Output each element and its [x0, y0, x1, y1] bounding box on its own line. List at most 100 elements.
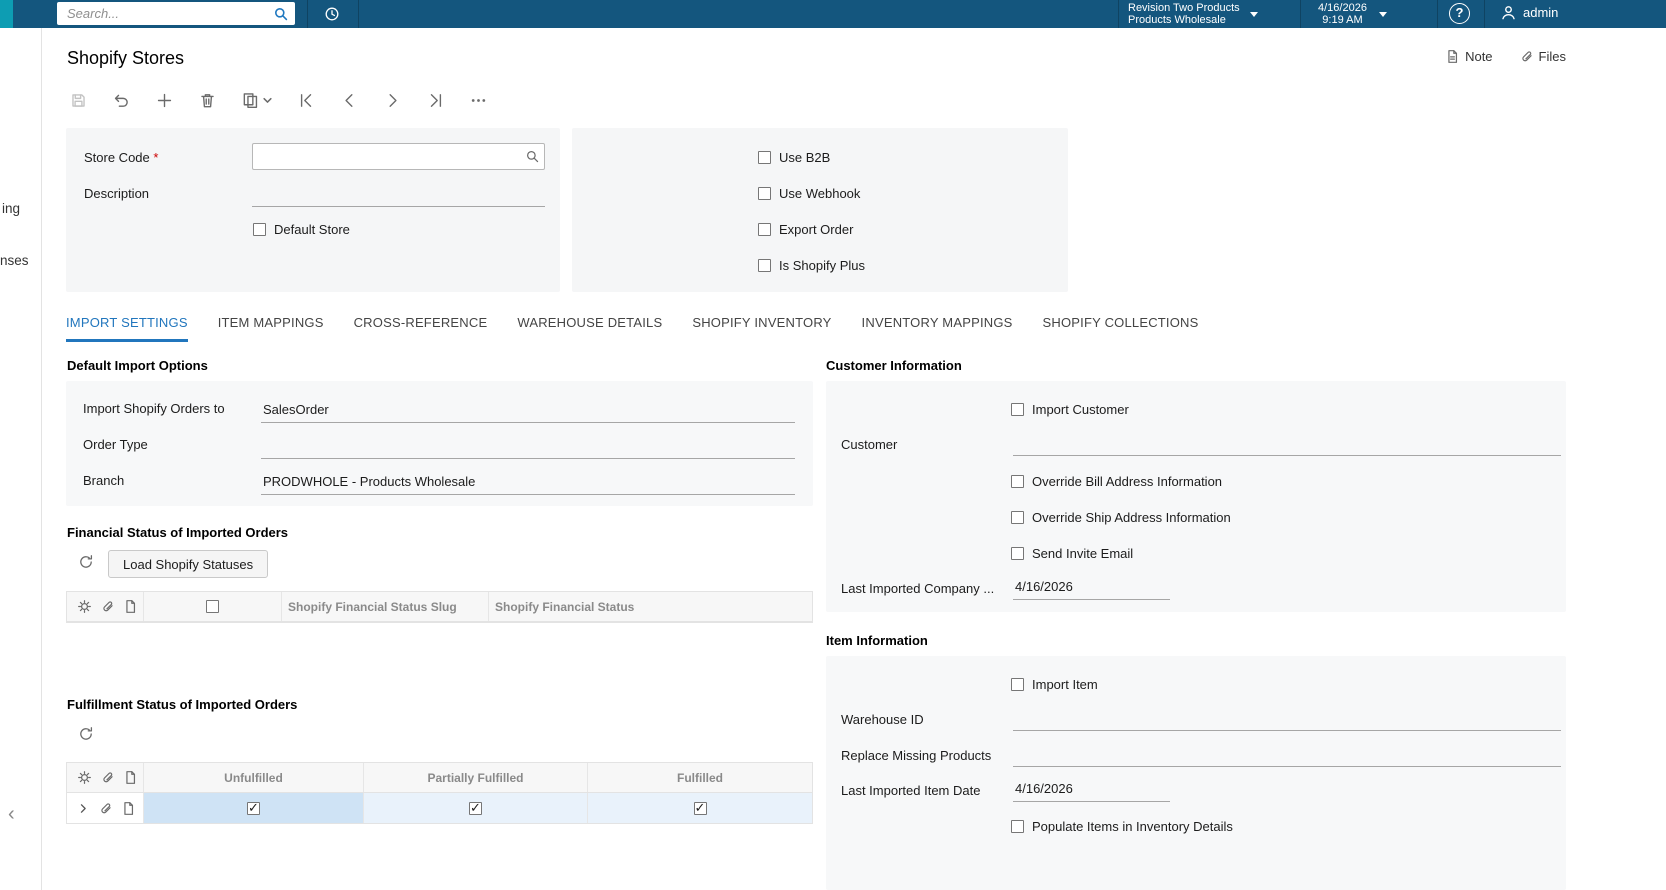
grid-settings-icon[interactable]	[77, 770, 92, 785]
export-file-icon[interactable]	[123, 599, 138, 614]
financial-refresh-button[interactable]	[78, 554, 94, 570]
unfulfilled-checkbox[interactable]	[247, 800, 260, 816]
tab-item-mappings[interactable]: ITEM MAPPINGS	[218, 309, 324, 342]
section-title-default-import-options: Default Import Options	[67, 358, 208, 373]
load-shopify-statuses-button[interactable]: Load Shopify Statuses	[108, 550, 269, 578]
tab-shopify-collections[interactable]: SHOPIFY COLLECTIONS	[1043, 309, 1199, 342]
fulfillment-grid-row[interactable]	[67, 793, 812, 823]
delete-button[interactable]	[199, 92, 216, 109]
column-header-fulfilled[interactable]: Fulfilled	[588, 763, 812, 792]
add-new-button[interactable]	[156, 92, 173, 109]
column-header-status[interactable]: Shopify Financial Status	[489, 592, 812, 621]
global-search[interactable]	[57, 2, 295, 25]
column-header-status-slug[interactable]: Shopify Financial Status Slug	[282, 592, 489, 621]
replace-missing-field[interactable]	[1013, 734, 1561, 767]
plus-icon	[157, 93, 172, 108]
send-invite-checkbox[interactable]	[1011, 547, 1024, 560]
populate-items-checkbox[interactable]	[1011, 820, 1024, 833]
export-file-icon[interactable]	[123, 770, 138, 785]
attach-icon[interactable]	[98, 801, 113, 816]
trash-icon	[201, 94, 214, 108]
fulfilled-checkbox[interactable]	[693, 800, 707, 816]
more-actions-button[interactable]	[470, 92, 487, 109]
note-button[interactable]: Note	[1445, 49, 1493, 64]
row-selector-icon[interactable]	[77, 802, 90, 815]
fulfillment-grid-toolbar	[67, 763, 144, 792]
column-header-unfulfilled[interactable]: Unfulfilled	[144, 763, 364, 792]
last-imported-company-field[interactable]: 4/16/2026	[1013, 567, 1170, 600]
store-code-input[interactable]	[259, 148, 525, 165]
override-ship-row: Override Ship Address Information	[1011, 510, 1231, 525]
column-header-partially-fulfilled[interactable]: Partially Fulfilled	[364, 763, 588, 792]
company-branch-selector[interactable]: Revision Two Products Products Wholesale	[1128, 2, 1258, 26]
business-date-clock-button[interactable]	[324, 6, 340, 22]
store-code-label: Store Code *	[84, 150, 159, 165]
fulfillment-refresh-button[interactable]	[78, 726, 94, 742]
import-item-checkbox[interactable]	[1011, 678, 1024, 691]
files-button[interactable]: Files	[1519, 49, 1566, 64]
populate-items-row: Populate Items in Inventory Details	[1011, 819, 1233, 834]
is-shopify-plus-checkbox[interactable]	[758, 259, 771, 272]
export-order-checkbox[interactable]	[758, 223, 771, 236]
help-button[interactable]: ?	[1449, 3, 1470, 24]
grid-settings-icon[interactable]	[77, 599, 92, 614]
import-customer-checkbox[interactable]	[1011, 403, 1024, 416]
select-all-column-header[interactable]	[144, 592, 282, 621]
date-time-selector[interactable]: 4/16/2026 9:19 AM	[1318, 2, 1387, 26]
tab-warehouse-details[interactable]: WAREHOUSE DETAILS	[517, 309, 662, 342]
store-code-field[interactable]	[252, 143, 545, 170]
default-store-row: Default Store	[253, 222, 350, 237]
customer-field[interactable]	[1013, 423, 1561, 456]
lookup-icon[interactable]	[525, 149, 540, 164]
attach-icon[interactable]	[100, 770, 115, 785]
go-first-button[interactable]	[298, 92, 315, 109]
row-controls	[67, 793, 144, 823]
partially-fulfilled-checkbox[interactable]	[469, 800, 482, 816]
sidebar-collapse-button[interactable]: ‹	[8, 803, 15, 826]
cell-unfulfilled[interactable]	[144, 793, 364, 823]
tab-inventory-mappings[interactable]: INVENTORY MAPPINGS	[862, 309, 1013, 342]
use-webhook-checkbox[interactable]	[758, 187, 771, 200]
last-imported-item-field[interactable]: 4/16/2026	[1013, 769, 1170, 802]
import-orders-to-label: Import Shopify Orders to	[83, 401, 225, 416]
override-ship-checkbox[interactable]	[1011, 511, 1024, 524]
user-menu[interactable]: admin	[1500, 4, 1558, 21]
menu-accent-square[interactable]	[0, 0, 13, 28]
go-last-button[interactable]	[427, 92, 444, 109]
header-separator	[1437, 0, 1438, 28]
override-bill-label: Override Bill Address Information	[1032, 474, 1223, 489]
user-icon	[1502, 6, 1515, 20]
go-previous-button[interactable]	[341, 92, 358, 109]
sidebar-item-partial-bottom[interactable]: nses	[0, 253, 29, 268]
tab-cross-reference[interactable]: CROSS-REFERENCE	[354, 309, 488, 342]
cell-fulfilled[interactable]	[588, 793, 812, 823]
override-bill-checkbox[interactable]	[1011, 475, 1024, 488]
note-label: Note	[1465, 49, 1493, 64]
default-store-checkbox[interactable]	[253, 223, 266, 236]
copy-paste-button[interactable]	[242, 92, 272, 109]
cell-partially-fulfilled[interactable]	[364, 793, 588, 823]
warehouse-id-field[interactable]	[1013, 698, 1561, 731]
tab-import-settings[interactable]: IMPORT SETTINGS	[66, 309, 188, 342]
import-item-label: Import Item	[1032, 677, 1098, 692]
tab-shopify-inventory[interactable]: SHOPIFY INVENTORY	[692, 309, 831, 342]
order-type-field[interactable]	[261, 427, 795, 459]
description-label: Description	[84, 186, 150, 201]
note-file-icon[interactable]	[121, 801, 136, 816]
select-all-checkbox[interactable]	[206, 600, 219, 613]
cancel-button[interactable]	[113, 92, 130, 109]
flag-row: Export Order	[758, 222, 853, 237]
description-field[interactable]	[252, 180, 545, 207]
branch-field[interactable]: PRODWHOLE - Products Wholesale	[261, 463, 795, 495]
import-orders-to-field[interactable]: SalesOrder	[261, 391, 795, 423]
header-separator	[1300, 0, 1301, 28]
use-b2b-checkbox[interactable]	[758, 151, 771, 164]
send-invite-row: Send Invite Email	[1011, 546, 1133, 561]
save-button[interactable]	[70, 92, 87, 109]
sidebar-item-partial-top[interactable]: ing	[2, 201, 20, 216]
go-next-button[interactable]	[384, 92, 401, 109]
search-input[interactable]	[65, 5, 273, 22]
search-icon[interactable]	[273, 6, 289, 22]
current-date: 4/16/2026	[1318, 2, 1367, 14]
attach-icon[interactable]	[100, 599, 115, 614]
